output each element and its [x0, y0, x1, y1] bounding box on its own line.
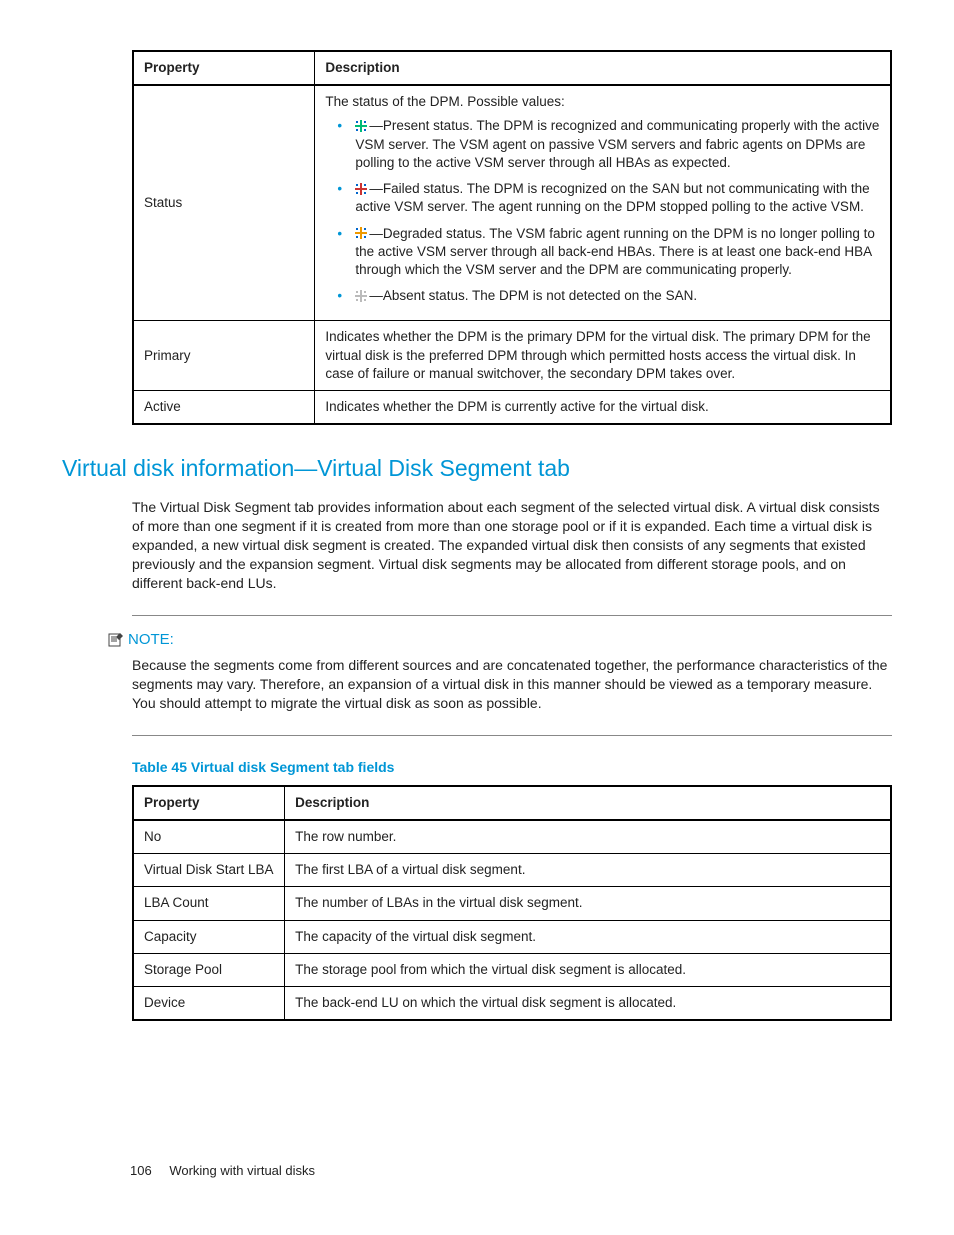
table-row: LBA CountThe number of LBAs in the virtu…	[133, 887, 891, 920]
table-row: NoThe row number.	[133, 820, 891, 854]
cell-description: The first LBA of a virtual disk segment.	[285, 854, 891, 887]
status-item: —Degraded status. The VSM fabric agent r…	[343, 225, 880, 280]
cell-property: Virtual Disk Start LBA	[133, 854, 285, 887]
divider	[132, 735, 892, 736]
col-header-property: Property	[133, 786, 285, 820]
cell-property: Primary	[133, 321, 315, 391]
divider	[132, 615, 892, 616]
segment-fields-table: Property Description NoThe row number. V…	[132, 785, 892, 1022]
cell-property: Device	[133, 987, 285, 1021]
status-item: —Absent status. The DPM is not detected …	[343, 287, 880, 305]
cell-description: The row number.	[285, 820, 891, 854]
note-icon	[108, 633, 124, 647]
table-row: CapacityThe capacity of the virtual disk…	[133, 920, 891, 953]
table-row: Storage PoolThe storage pool from which …	[133, 953, 891, 986]
table-row: Status The status of the DPM. Possible v…	[133, 85, 891, 321]
status-item: —Present status. The DPM is recognized a…	[343, 117, 880, 172]
section-heading: Virtual disk information—Virtual Disk Se…	[62, 453, 892, 484]
table-row: DeviceThe back-end LU on which the virtu…	[133, 987, 891, 1021]
status-item: —Failed status. The DPM is recognized on…	[343, 180, 880, 216]
cell-description: The status of the DPM. Possible values: …	[315, 85, 891, 321]
absent-status-icon	[355, 290, 367, 302]
col-header-description: Description	[315, 51, 891, 85]
cell-description: The back-end LU on which the virtual dis…	[285, 987, 891, 1021]
cell-property: No	[133, 820, 285, 854]
cell-property: Active	[133, 391, 315, 425]
table-row: Virtual Disk Start LBAThe first LBA of a…	[133, 854, 891, 887]
intro-paragraph: The Virtual Disk Segment tab provides in…	[132, 498, 892, 592]
note-block: NOTE: Because the segments come from dif…	[132, 630, 892, 713]
footer-section: Working with virtual disks	[169, 1163, 315, 1178]
cell-property: Storage Pool	[133, 953, 285, 986]
page-footer: 106 Working with virtual disks	[130, 1162, 315, 1180]
cell-property: Status	[133, 85, 315, 321]
table-caption: Table 45 Virtual disk Segment tab fields	[132, 758, 892, 777]
cell-description: The storage pool from which the virtual …	[285, 953, 891, 986]
cell-description: The capacity of the virtual disk segment…	[285, 920, 891, 953]
cell-description: The number of LBAs in the virtual disk s…	[285, 887, 891, 920]
col-header-description: Description	[285, 786, 891, 820]
table-row: Active Indicates whether the DPM is curr…	[133, 391, 891, 425]
cell-description: Indicates whether the DPM is currently a…	[315, 391, 891, 425]
degraded-status-icon	[355, 227, 367, 239]
cell-property: LBA Count	[133, 887, 285, 920]
failed-status-icon	[355, 183, 367, 195]
present-status-icon	[355, 120, 367, 132]
cell-description: Indicates whether the DPM is the primary…	[315, 321, 891, 391]
table-row: Primary Indicates whether the DPM is the…	[133, 321, 891, 391]
note-label: NOTE:	[128, 630, 174, 650]
col-header-property: Property	[133, 51, 315, 85]
status-intro: The status of the DPM. Possible values:	[325, 93, 880, 111]
page-number: 106	[130, 1163, 152, 1178]
note-body: Because the segments come from different…	[132, 656, 892, 713]
status-table: Property Description Status The status o…	[132, 50, 892, 425]
cell-property: Capacity	[133, 920, 285, 953]
